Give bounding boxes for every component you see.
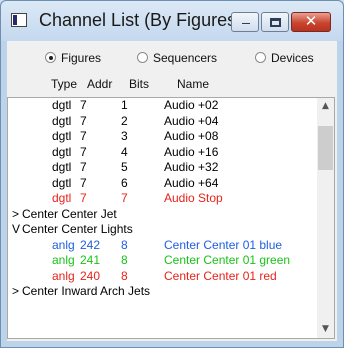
channel-addr: 7 [80, 129, 87, 143]
channel-addr: 7 [80, 191, 87, 205]
channel-type: dgtl [52, 144, 72, 159]
channel-type: anlg [52, 237, 75, 252]
channel-row[interactable]: dgtl 7 2 Audio +04 [8, 114, 318, 129]
title-bar[interactable]: Channel List (By Figures) ✕ [1, 1, 343, 41]
radio-sequencers-label: Sequencers [153, 51, 218, 65]
channel-bits: 8 [121, 237, 128, 252]
channel-bits: 7 [121, 191, 128, 205]
channel-row[interactable]: dgtl 7 7 Audio Stop [8, 191, 318, 206]
scroll-up-icon[interactable]: ▲ [317, 98, 334, 115]
column-headers: Type Addr Bits Name [7, 77, 337, 95]
channel-row[interactable]: anlg 242 8 Center Center 01 blue [8, 238, 318, 253]
channel-bits: 8 [121, 253, 128, 267]
group-name: Center Center Lights [22, 222, 133, 236]
channel-list-window: Channel List (By Figures) ✕ Figures Sequ… [0, 0, 344, 348]
channel-name: Audio +64 [164, 175, 219, 190]
channel-name: Audio +16 [164, 144, 219, 159]
channel-addr: 7 [80, 98, 87, 112]
channel-row[interactable]: anlg 240 8 Center Center 01 red [8, 269, 318, 284]
column-header-type[interactable]: Type [51, 77, 77, 91]
channel-row[interactable]: dgtl 7 5 Audio +32 [8, 160, 318, 175]
channel-type: dgtl [52, 129, 72, 143]
close-icon: ✕ [304, 12, 318, 30]
channel-bits: 1 [121, 98, 128, 112]
column-header-name[interactable]: Name [177, 77, 209, 91]
group-name: Center Center Jet [22, 206, 117, 221]
channel-type: anlg [52, 253, 75, 267]
app-icon [11, 13, 27, 27]
channel-type: dgtl [52, 98, 72, 112]
channel-row[interactable]: anlg 241 8 Center Center 01 green [8, 253, 318, 268]
channel-row[interactable]: dgtl 7 1 Audio +02 [8, 98, 318, 113]
channel-addr: 241 [80, 253, 101, 267]
radio-sequencers-dot[interactable] [137, 52, 148, 63]
collapsed-arrow-icon[interactable]: > [12, 207, 22, 222]
radio-devices-label: Devices [271, 51, 314, 65]
channel-bits: 2 [121, 113, 128, 128]
channel-row[interactable]: dgtl 7 4 Audio +16 [8, 145, 318, 160]
radio-figures-label: Figures [61, 51, 102, 65]
channel-type: anlg [52, 268, 75, 283]
channel-name: Audio Stop [164, 191, 223, 205]
channel-bits: 3 [121, 129, 128, 143]
channel-type: dgtl [52, 113, 72, 128]
channel-bits: 8 [121, 268, 128, 283]
channel-addr: 240 [80, 268, 101, 283]
channel-name: Audio +08 [164, 129, 219, 143]
column-header-bits[interactable]: Bits [129, 77, 149, 91]
group-row[interactable]: > Center Inward Arch Jets [12, 284, 322, 299]
channel-type: dgtl [52, 191, 72, 205]
channel-name: Center Center 01 green [164, 253, 291, 267]
channel-name: Center Center 01 blue [164, 237, 283, 252]
close-button[interactable]: ✕ [291, 12, 331, 32]
maximize-button[interactable] [261, 12, 289, 32]
channel-row[interactable]: dgtl 7 6 Audio +64 [8, 176, 318, 191]
maximize-icon [270, 18, 281, 27]
channel-name: Audio +02 [164, 98, 219, 112]
collapsed-arrow-icon[interactable]: > [12, 284, 22, 299]
radio-devices-dot[interactable] [255, 52, 266, 63]
channel-addr: 7 [80, 175, 87, 190]
radio-figures-dot[interactable] [45, 52, 56, 63]
channel-bits: 5 [121, 160, 128, 174]
channel-bits: 6 [121, 175, 128, 190]
channel-bits: 4 [121, 144, 128, 159]
minimize-button[interactable] [231, 12, 259, 32]
expanded-arrow-icon[interactable]: V [12, 222, 22, 237]
scroll-down-icon[interactable]: ▼ [317, 321, 334, 338]
channel-name: Audio +32 [164, 160, 219, 174]
minimize-icon [241, 22, 251, 25]
channel-addr: 7 [80, 160, 87, 174]
channel-addr: 7 [80, 144, 87, 159]
scrollbar-thumb[interactable] [318, 126, 333, 170]
channel-type: dgtl [52, 175, 72, 190]
view-mode-radio-group: Figures Sequencers Devices [7, 41, 337, 67]
window-title: Channel List (By Figures) [39, 10, 243, 30]
channel-name: Center Center 01 red [164, 268, 277, 283]
channel-addr: 242 [80, 237, 101, 252]
channel-list[interactable]: ▲ ▼ dgtl 7 1 Audio +02 dgtl 7 2 Audio +04 dgtl 7 3… [7, 97, 335, 339]
column-header-addr[interactable]: Addr [87, 77, 112, 91]
group-row[interactable]: V Center Center Lights [12, 222, 322, 237]
channel-name: Audio +04 [164, 113, 219, 128]
group-row[interactable]: > Center Center Jet [12, 207, 322, 222]
channel-row[interactable]: dgtl 7 3 Audio +08 [8, 129, 318, 144]
group-name: Center Inward Arch Jets [22, 284, 151, 298]
channel-addr: 7 [80, 113, 87, 128]
channel-type: dgtl [52, 160, 72, 174]
window-client: Figures Sequencers Devices Type Addr Bit… [7, 41, 337, 341]
